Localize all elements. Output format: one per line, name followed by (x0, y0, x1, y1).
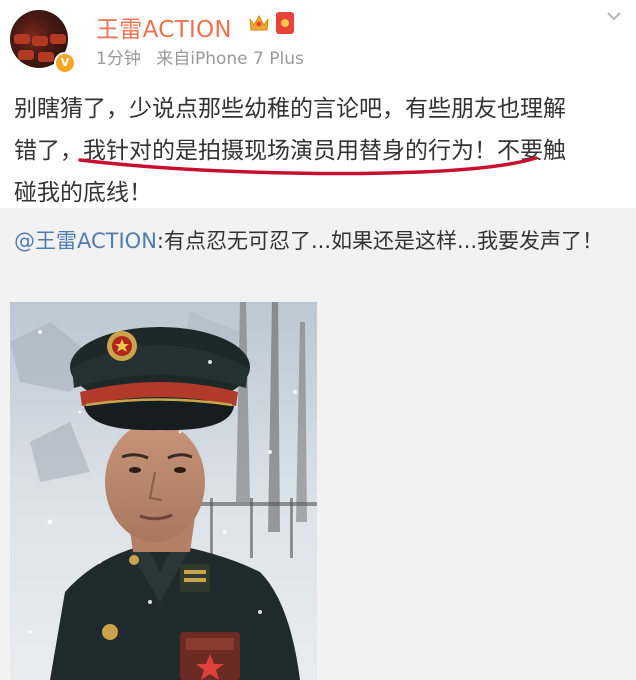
repost-text: @王雷ACTION:有点忍无可忍了...如果还是这样...我要发声了！ (14, 223, 624, 260)
post-body: 别瞎猜了，少说点那些幼稚的言论吧，有些朋友也理解 错了，我针对的是拍摄现场演员用… (14, 88, 626, 214)
verified-badge-icon: V (54, 52, 76, 74)
post-source: 来自iPhone 7 Plus (156, 49, 304, 69)
soldier-photo (10, 302, 317, 680)
post-meta: 1分钟 来自iPhone 7 Plus (96, 44, 314, 69)
repost-body: :有点忍无可忍了...如果还是这样...我要发声了！ (156, 229, 604, 253)
post-time: 1分钟 (96, 49, 141, 69)
post-photo[interactable] (10, 302, 317, 680)
post-text-line: 别瞎猜了，少说点那些幼稚的言论吧，有些朋友也理解 (14, 96, 566, 122)
crown-icon (249, 14, 269, 31)
reposted-content[interactable]: @王雷ACTION:有点忍无可忍了...如果还是这样...我要发声了！ (0, 208, 636, 680)
post-text-line: 错了，我针对的是拍摄现场演员用替身的行为！不要触 (14, 138, 566, 164)
post-header: V 王雷ACTION 1分钟 来自iPhone 7 Plus (0, 0, 636, 80)
chevron-down-icon[interactable] (604, 6, 624, 26)
red-packet-icon (276, 12, 294, 34)
mention-link[interactable]: @王雷ACTION (14, 229, 157, 253)
author-name[interactable]: 王雷ACTION (96, 10, 232, 44)
